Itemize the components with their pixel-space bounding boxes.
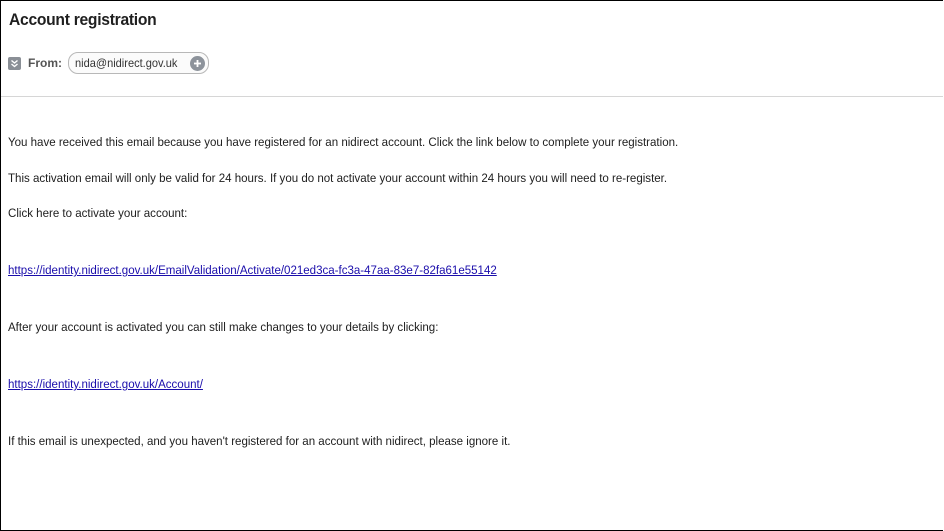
from-label: From: <box>28 56 62 70</box>
validity-paragraph: This activation email will only be valid… <box>8 171 668 185</box>
email-viewer: Account registration From: nida@nidirect… <box>0 0 943 531</box>
changes-prompt: After your account is activated you can … <box>8 320 439 334</box>
account-link-row: https://identity.nidirect.gov.uk/Account… <box>8 377 203 391</box>
sender-chip[interactable]: nida@nidirect.gov.uk <box>68 52 210 74</box>
from-row: From: nida@nidirect.gov.uk <box>8 52 210 74</box>
sender-address: nida@nidirect.gov.uk <box>75 56 178 70</box>
account-link[interactable]: https://identity.nidirect.gov.uk/Account… <box>8 377 203 391</box>
activation-link[interactable]: https://identity.nidirect.gov.uk/EmailVa… <box>8 263 497 277</box>
ignore-note: If this email is unexpected, and you hav… <box>8 434 511 448</box>
activate-link-row: https://identity.nidirect.gov.uk/EmailVa… <box>8 263 497 277</box>
email-subject: Account registration <box>9 10 157 29</box>
email-header: Account registration From: nida@nidirect… <box>1 1 943 97</box>
intro-paragraph: You have received this email because you… <box>8 135 679 149</box>
add-contact-icon[interactable] <box>190 55 206 71</box>
plus-glyph <box>194 59 202 67</box>
activate-prompt: Click here to activate your account: <box>8 206 188 220</box>
chevron-down-icon[interactable] <box>8 56 21 70</box>
double-chevron-down-glyph <box>11 59 18 67</box>
